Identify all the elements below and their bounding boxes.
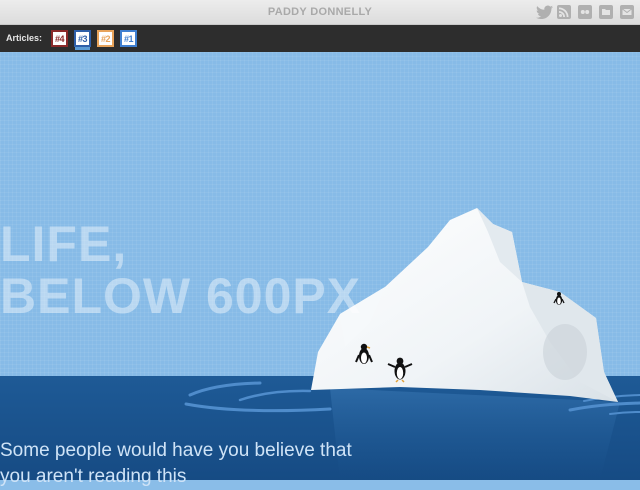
headline-line-2: BELOW 600PX: [0, 268, 362, 324]
top-bar: PADDY DONNELLY: [0, 0, 640, 25]
intro-paragraph: Some people would have you believe that …: [0, 440, 352, 487]
mail-icon[interactable]: [620, 5, 634, 19]
article-tab-3[interactable]: #2: [97, 30, 114, 47]
page-title: LIFE, BELOW 600PX: [0, 218, 361, 322]
headline-line-1: LIFE,: [0, 216, 128, 272]
article-tab-1[interactable]: #4: [51, 30, 68, 47]
article-tab-4[interactable]: #1: [120, 30, 137, 47]
article-tab-2[interactable]: #3: [74, 30, 91, 47]
articles-label: Articles:: [6, 33, 43, 43]
article-tabs: #4 #3 #2 #1: [51, 30, 137, 47]
twitter-icon[interactable]: [536, 5, 553, 20]
articles-bar: Articles: #4 #3 #2 #1: [0, 25, 640, 52]
folder-icon[interactable]: [599, 5, 613, 19]
flickr-icon[interactable]: [578, 5, 592, 19]
social-links: [536, 5, 634, 20]
rss-icon[interactable]: [557, 5, 571, 19]
